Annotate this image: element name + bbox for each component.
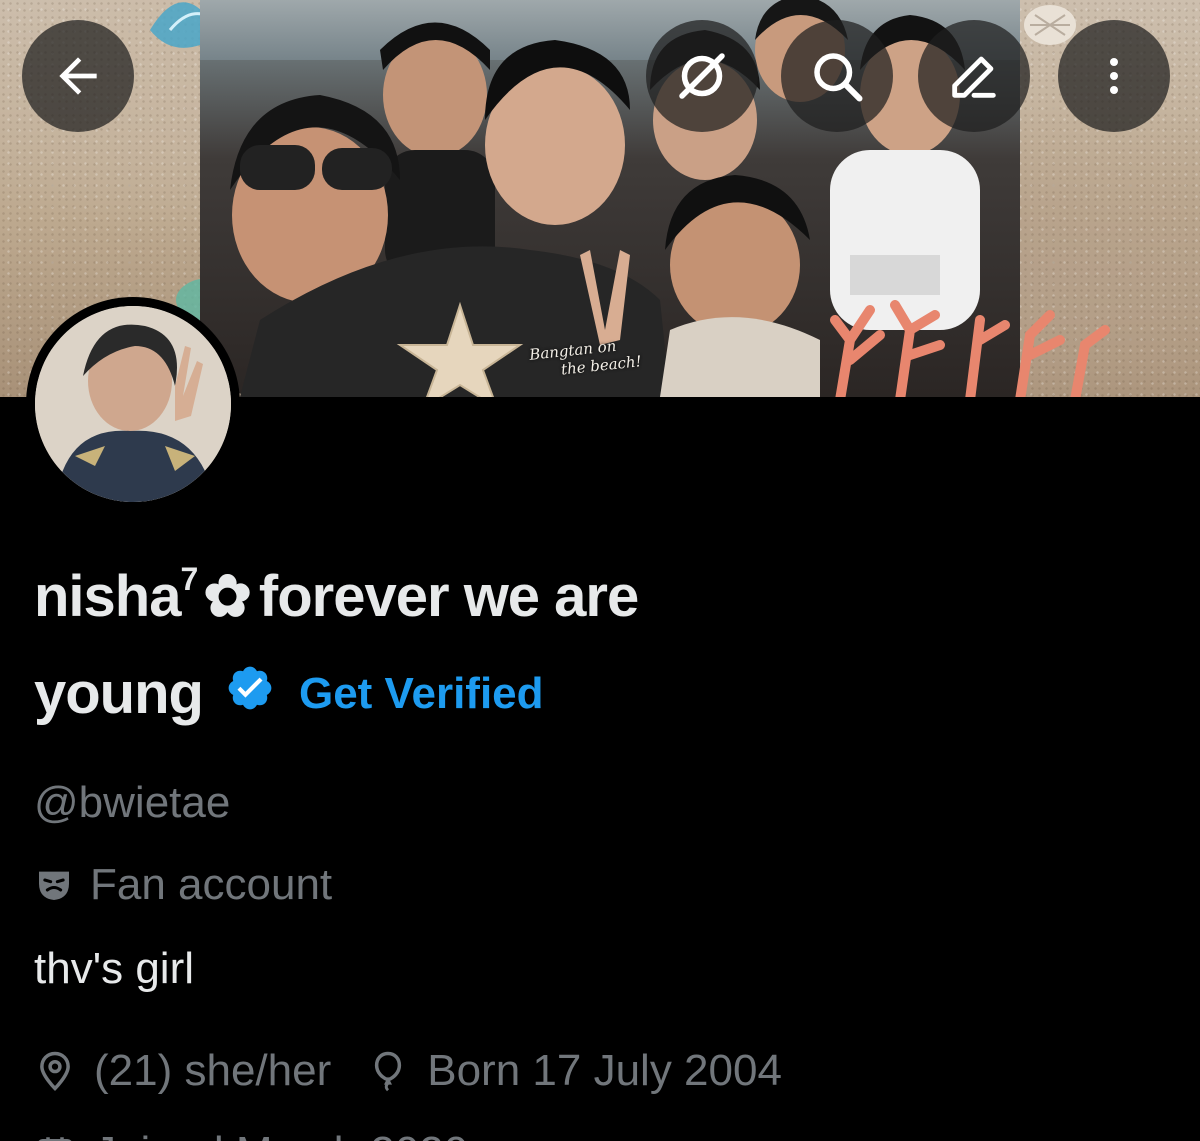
display-name-line2: young Get Verified: [34, 660, 544, 727]
display-name-text: young: [34, 661, 204, 726]
avatar-figure: [35, 306, 231, 502]
display-name-superscript: 7: [180, 560, 199, 597]
profile-avatar[interactable]: [26, 297, 240, 511]
profile-location: (21) she/her: [34, 1046, 331, 1096]
more-options-button[interactable]: [1058, 20, 1170, 132]
avatar-image: [35, 306, 231, 502]
more-vertical-icon: [1110, 58, 1118, 94]
balloon-icon: [375, 1051, 402, 1092]
profile-handle: @bwietae: [34, 778, 231, 827]
display-name-line1: nisha7 ✿ forever we are: [34, 560, 640, 630]
get-verified-link[interactable]: Get Verified: [299, 669, 544, 719]
flower-symbol: ✿: [203, 564, 252, 629]
profile-joined: Joined March 2020: [34, 1128, 468, 1141]
profile-bio: thv's girl: [34, 944, 194, 993]
verified-badge-icon[interactable]: [225, 660, 275, 727]
edit-button[interactable]: [918, 20, 1030, 132]
display-name-text: nisha: [34, 564, 181, 629]
profile-birthday: Born 17 July 2004: [367, 1046, 782, 1096]
profile-page: Bangtan on the beach! nisha7 ✿ forever w…: [0, 0, 1200, 1141]
search-icon: [814, 53, 863, 102]
arrow-left-icon: [59, 57, 97, 95]
calendar-icon: [38, 1137, 72, 1141]
coral-decoration: [830, 300, 1110, 397]
pencil-icon: [952, 56, 996, 98]
starfish-decoration: [396, 301, 524, 397]
profile-birthday-text: Born 17 July 2004: [427, 1046, 782, 1095]
profile-location-text: (21) she/her: [94, 1046, 332, 1095]
profile-category-label: Fan account: [90, 860, 333, 909]
location-pin-icon: [40, 1051, 70, 1091]
display-name-text: forever: [258, 564, 450, 629]
slashed-circle-icon: [679, 53, 725, 99]
profile-joined-text: Joined March 2020: [94, 1128, 468, 1141]
profile-meta-row: (21) she/her Born 17 July 2004: [34, 1046, 782, 1096]
theater-mask-icon: [39, 871, 69, 900]
translate-button[interactable]: [646, 20, 758, 132]
search-button[interactable]: [781, 20, 893, 132]
back-button[interactable]: [22, 20, 134, 132]
display-name-text: we are: [463, 564, 640, 629]
profile-category: Fan account: [34, 860, 332, 910]
